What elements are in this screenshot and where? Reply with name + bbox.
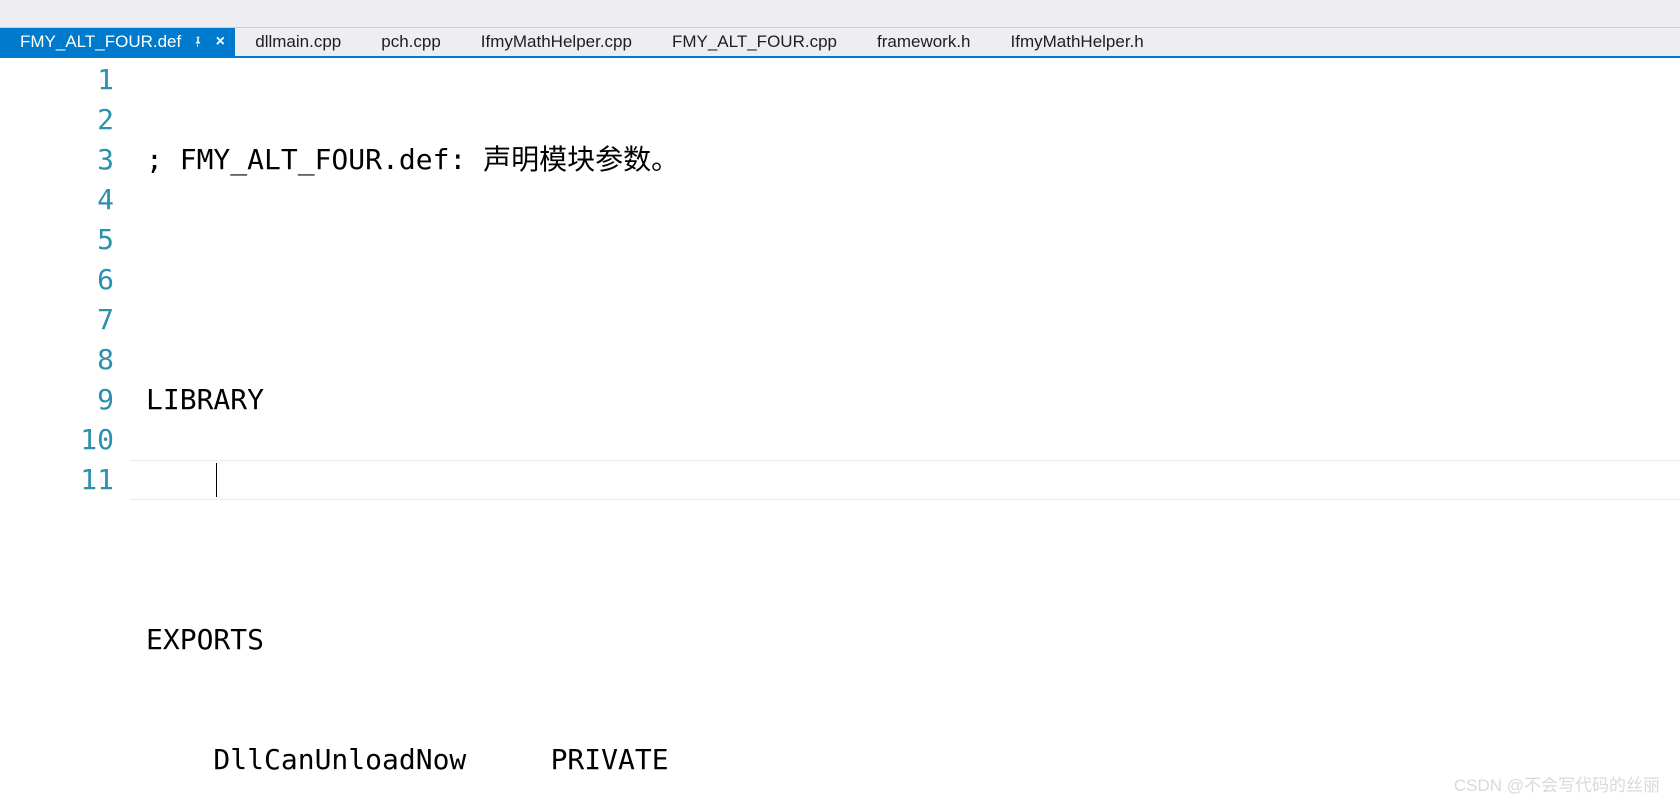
line-number: 4 <box>0 180 114 220</box>
code-editor[interactable]: 1 2 3 4 5 6 7 8 9 10 11 ; FMY_ALT_FOUR.d… <box>0 58 1680 806</box>
line-number: 8 <box>0 340 114 380</box>
line-number: 6 <box>0 260 114 300</box>
code-line: LIBRARY <box>146 380 1680 420</box>
line-number: 2 <box>0 100 114 140</box>
line-number-gutter: 1 2 3 4 5 6 7 8 9 10 11 <box>0 58 130 806</box>
tab-label: pch.cpp <box>381 32 441 52</box>
tab-label: framework.h <box>877 32 971 52</box>
code-line <box>146 500 1680 540</box>
line-number: 9 <box>0 380 114 420</box>
current-line-highlight <box>130 460 1680 500</box>
tab-bar: FMY_ALT_FOUR.def × dllmain.cpp pch.cpp I… <box>0 28 1680 58</box>
line-number: 11 <box>0 460 114 500</box>
tab-label: FMY_ALT_FOUR.cpp <box>672 32 837 52</box>
tab-dllmain-cpp[interactable]: dllmain.cpp <box>235 28 361 56</box>
line-number: 5 <box>0 220 114 260</box>
code-area[interactable]: ; FMY_ALT_FOUR.def: 声明模块参数。 LIBRARY EXPO… <box>130 58 1680 806</box>
toolbar-spacer <box>0 0 1680 28</box>
code-line: DllCanUnloadNow PRIVATE <box>146 740 1680 780</box>
tab-framework-h[interactable]: framework.h <box>857 28 991 56</box>
tab-fmy-alt-four-def[interactable]: FMY_ALT_FOUR.def × <box>0 28 235 56</box>
text-caret <box>216 463 217 497</box>
line-number: 1 <box>0 60 114 100</box>
tab-label: dllmain.cpp <box>255 32 341 52</box>
pin-icon[interactable] <box>191 35 205 49</box>
tab-label: FMY_ALT_FOUR.def <box>20 32 181 52</box>
tab-label: IfmyMathHelper.cpp <box>481 32 632 52</box>
tab-ifmymathhelper-cpp[interactable]: IfmyMathHelper.cpp <box>461 28 652 56</box>
line-number: 10 <box>0 420 114 460</box>
tab-ifmymathhelper-h[interactable]: IfmyMathHelper.h <box>991 28 1164 56</box>
code-line: EXPORTS <box>146 620 1680 660</box>
code-line <box>146 260 1680 300</box>
line-number: 7 <box>0 300 114 340</box>
close-icon[interactable]: × <box>213 35 227 49</box>
line-number: 3 <box>0 140 114 180</box>
tab-fmy-alt-four-cpp[interactable]: FMY_ALT_FOUR.cpp <box>652 28 857 56</box>
code-line: ; FMY_ALT_FOUR.def: 声明模块参数。 <box>146 140 1680 180</box>
tab-pch-cpp[interactable]: pch.cpp <box>361 28 461 56</box>
tab-label: IfmyMathHelper.h <box>1011 32 1144 52</box>
